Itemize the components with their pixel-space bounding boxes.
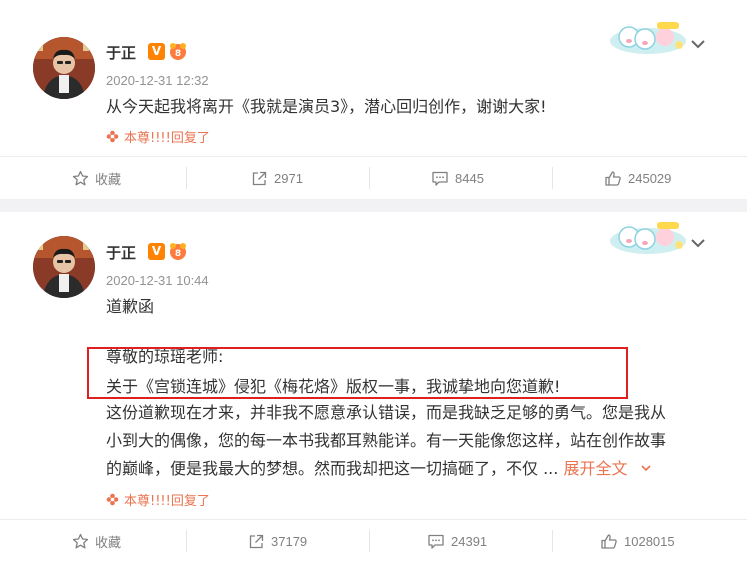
star-icon [72, 170, 89, 185]
comment-button[interactable]: 24391 [427, 520, 487, 562]
repost-button[interactable]: 2971 [251, 157, 303, 199]
author-name[interactable]: 于正 [106, 42, 136, 63]
divider [186, 167, 187, 189]
flower-icon [106, 493, 119, 506]
chevron-down-icon[interactable] [688, 233, 708, 253]
weibo-post: 于正 V 8 2020-12-31 12:32 从今天起我将离开《我就是演员3》… [0, 0, 747, 199]
level-badge-icon: 8 [170, 43, 186, 60]
post-time[interactable]: 2020-12-31 12:32 [106, 73, 209, 88]
level-badge-icon: 8 [170, 243, 186, 260]
favorite-button[interactable]: 收藏 [72, 520, 121, 562]
reply-source-label: 本尊!!!!回复了 [124, 494, 210, 509]
thumbs-up-icon [601, 533, 617, 549]
reply-source-label: 本尊!!!!回复了 [124, 131, 210, 146]
reply-source[interactable]: 本尊!!!!回复了 [106, 127, 210, 146]
flower-icon [106, 130, 119, 143]
comment-count: 8445 [455, 170, 484, 186]
share-icon [252, 171, 267, 185]
verified-badge-icon: V [148, 243, 165, 260]
chevron-down-icon [640, 465, 651, 472]
comment-icon [432, 171, 448, 186]
comment-count: 24391 [451, 533, 488, 549]
highlight-box [87, 347, 628, 399]
post-text-line-last: 的巅峰，便是我最大的梦想。然而我却把这一切搞砸了，不仅 ... 展开全文 [106, 454, 653, 484]
star-icon [72, 533, 89, 548]
like-count: 245029 [628, 170, 672, 186]
favorite-label: 收藏 [95, 534, 122, 550]
action-bar: 收藏 2971 8445 245029 [0, 156, 747, 199]
favorite-button[interactable]: 收藏 [72, 157, 121, 199]
svg-text:8: 8 [175, 49, 181, 59]
avatar[interactable] [33, 37, 95, 99]
post-text-truncated: 的巅峰，便是我最大的梦想。然而我却把这一切搞砸了，不仅 ... [106, 459, 559, 478]
favorite-label: 收藏 [95, 171, 122, 187]
like-button[interactable]: 245029 [604, 157, 671, 199]
thumbs-up-icon [605, 170, 621, 186]
repost-count: 37179 [271, 533, 308, 549]
avatar[interactable] [33, 236, 95, 298]
card-decoration-icon [610, 222, 686, 254]
post-text: 从今天起我将离开《我就是演员3》，潜心回归创作，谢谢大家! [106, 97, 547, 116]
post-time[interactable]: 2020-12-31 10:44 [106, 273, 209, 288]
divider [552, 167, 553, 189]
divider [186, 530, 187, 552]
divider [369, 167, 370, 189]
chevron-down-icon[interactable] [688, 34, 708, 54]
repost-button[interactable]: 37179 [248, 520, 307, 562]
expand-label: 展开全文 [563, 459, 628, 478]
like-button[interactable]: 1028015 [600, 520, 675, 562]
divider [552, 530, 553, 552]
divider [369, 530, 370, 552]
post-text-line: 这份道歉现在才来，并非我不愿意承认错误，而是我缺乏足够的勇气。您是我从 [106, 403, 667, 422]
comment-icon [428, 534, 444, 549]
comment-button[interactable]: 8445 [431, 157, 484, 199]
svg-text:8: 8 [175, 249, 181, 259]
post-separator [0, 199, 747, 212]
action-bar: 收藏 37179 24391 1028015 [0, 519, 747, 562]
reply-source[interactable]: 本尊!!!!回复了 [106, 490, 210, 509]
repost-count: 2971 [274, 170, 303, 186]
card-decoration-icon [610, 22, 686, 54]
verified-badge-icon: V [148, 43, 165, 60]
share-icon [249, 534, 264, 548]
expand-full-text-link[interactable]: 展开全文 [563, 459, 652, 478]
like-count: 1028015 [624, 533, 675, 549]
author-name[interactable]: 于正 [106, 242, 136, 263]
post-text-line: 小到大的偶像，您的每一本书我都耳熟能详。有一天能像您这样，站在创作故事 [106, 431, 667, 450]
post-text-title: 道歉函 [106, 297, 155, 316]
